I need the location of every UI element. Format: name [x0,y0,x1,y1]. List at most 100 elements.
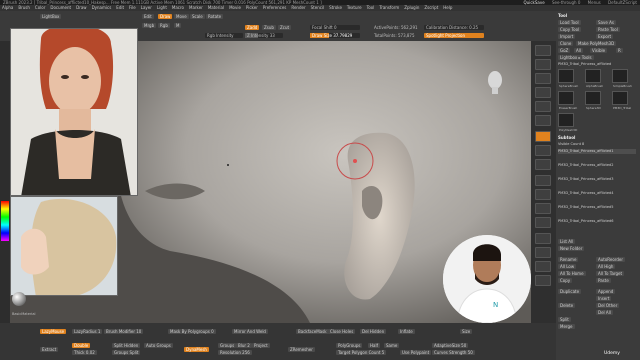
solo-icon[interactable] [535,261,551,272]
project-button[interactable]: Project [252,343,270,348]
import-button[interactable]: Import [558,34,576,39]
brush-thumb-spherebrush[interactable]: SphereBrush [558,69,578,88]
all-low-button[interactable]: All Low [558,264,577,269]
menu-item-document[interactable]: Document [50,5,71,10]
zremesher-button[interactable]: ZRemesher [288,347,315,352]
delete-button[interactable]: Delete [558,303,576,308]
rotate-button[interactable]: Rotate [206,14,224,19]
polyf-icon[interactable] [535,233,551,244]
lazyradius-slider[interactable]: LazyRadius 1 [72,329,103,334]
del-other-button[interactable]: Del Other [596,303,620,308]
menu-item-layer[interactable]: Layer [141,5,152,10]
z-intensity-slider[interactable]: Z Intensity 33 [245,33,283,38]
subtool-header[interactable]: Subtool [558,135,575,140]
zcut-button[interactable]: Zcut [278,25,292,30]
export-button[interactable]: Export [596,34,614,39]
zadd-button[interactable]: Zadd [245,25,260,30]
move-icon[interactable] [535,189,551,200]
menu-item-draw[interactable]: Draw [76,5,86,10]
all-to-target-button[interactable]: All To Target [596,271,625,276]
menu-item-picker[interactable]: Picker [246,5,258,10]
target-polygon-count-slider[interactable]: Target Polygon Count 5 [336,350,387,355]
menu-item-edit[interactable]: Edit [116,5,124,10]
subtool-row[interactable]: PM3D_Tribal_Princess_afflicted6 [558,219,636,224]
copy-button[interactable]: Copy [558,278,573,283]
menu-item-color[interactable]: Color [35,5,45,10]
menu-item-stencil[interactable]: Stencil [311,5,325,10]
menu-item-macro[interactable]: Macro [172,5,184,10]
blur-slider[interactable]: Blur 2 [236,343,252,348]
auto-groups-button[interactable]: Auto Groups [144,343,173,348]
all-to-home-button[interactable]: All To Home [558,271,586,276]
half-button[interactable]: Half [368,343,380,348]
lazymouse-button[interactable]: LazyMouse [40,329,67,334]
make-polymesh-button[interactable]: Make PolyMesh3D [576,41,617,46]
append-button[interactable]: Append [596,289,616,294]
del-all-button[interactable]: Del All [596,310,613,315]
rgb-button[interactable]: Rgb [158,23,170,28]
polygroups-button[interactable]: PolyGroups [336,343,363,348]
resolution-slider[interactable]: Resolution 256 [218,350,252,355]
groups-split-button[interactable]: Groups Split [112,350,141,355]
inflate-slider[interactable]: Inflate [398,329,415,334]
mirror-and-weld-button[interactable]: Mirror And Weld [232,329,268,334]
spix-icon[interactable] [535,59,551,70]
menu-item-zscript[interactable]: Zscript [424,5,438,10]
groups-button[interactable]: Groups [218,343,237,348]
thick-slider[interactable]: Thick 0.02 [72,350,97,355]
paste-tool-button[interactable]: Paste Tool [596,27,620,32]
duplicate-button[interactable]: Duplicate [558,289,582,294]
menu-item-texture[interactable]: Texture [347,5,362,10]
menu-item-help[interactable]: Help [443,5,452,10]
rotate-icon[interactable] [535,217,551,228]
all-button[interactable]: All [574,48,583,53]
edit-button[interactable]: Edit [142,14,154,19]
split-hidden-button[interactable]: Split Hidden [112,343,141,348]
list-all-button[interactable]: List All [558,239,576,244]
draw-size-slider[interactable]: Draw Size 37.79829 [310,33,360,38]
clone-button[interactable]: Clone [558,41,574,46]
lightbox-button[interactable]: LightBox [40,14,62,19]
zsub-button[interactable]: Zsub [262,25,276,30]
menu-item-preferences[interactable]: Preferences [263,5,287,10]
floor-icon[interactable] [535,145,551,156]
actual-icon[interactable] [535,101,551,112]
subtool-row[interactable]: PM3D_Tribal_Princess_afflicted3 [558,177,636,182]
double-button[interactable]: Double [72,343,91,348]
rgb-intensity-slider[interactable]: Rgb Intensity [205,33,243,38]
aahalf-icon[interactable] [535,115,551,126]
menu-item-render[interactable]: Render [291,5,305,10]
menu-item-marker[interactable]: Marker [189,5,203,10]
brush-thumb-pm3d_tribal[interactable]: PM3D_Tribal [612,91,631,110]
use-polypaint-button[interactable]: Use Polypaint [400,350,432,355]
menu-item-transform[interactable]: Transform [379,5,399,10]
paste-button[interactable]: Paste [596,278,611,283]
transp-icon[interactable] [535,247,551,258]
subtool-row[interactable]: PM3D_Tribal_Princess_afflicted5 [558,205,636,210]
menu-item-brush[interactable]: Brush [18,5,30,10]
adaptive-size-slider[interactable]: AdaptiveSize 50 [432,343,469,348]
brush-thumb-sphere3d[interactable]: Sphere3D [585,91,601,110]
menu-item-alpha[interactable]: Alpha [2,5,13,10]
scale-button[interactable]: Scale [190,14,205,19]
mask-by-polygroups-slider[interactable]: Mask By Polygroups 0 [168,329,216,334]
brush-thumb-polymesh3d[interactable]: PolyMesh3D [558,113,577,132]
draw-button[interactable]: Draw [158,14,173,19]
calibration-distance-slider[interactable]: Calibration Distance: 0.25 [424,25,484,30]
all-high-button[interactable]: All High [596,264,616,269]
tool-palette-header[interactable]: Tool [558,13,567,18]
menu-item-file[interactable]: File [129,5,136,10]
m-button[interactable]: M [174,23,182,28]
material-sphere-icon[interactable] [12,292,26,306]
subtool-row[interactable]: PM3D_Tribal_Princess_afflicted2 [558,163,636,168]
local-icon[interactable] [535,159,551,170]
menu-item-stroke[interactable]: Stroke [329,5,342,10]
focal-shift-slider[interactable]: Focal Shift 0 [310,25,360,30]
zoom-icon[interactable] [535,87,551,98]
head-gizmo-icon[interactable] [486,70,504,94]
rename-button[interactable]: Rename [558,257,579,262]
mrgb-button[interactable]: Mrgb [142,23,157,28]
goz-button[interactable]: GoZ [558,48,571,53]
spotlight-projection-button[interactable]: Spotlight Projection [424,33,484,38]
insert-button[interactable]: Insert [596,296,612,301]
